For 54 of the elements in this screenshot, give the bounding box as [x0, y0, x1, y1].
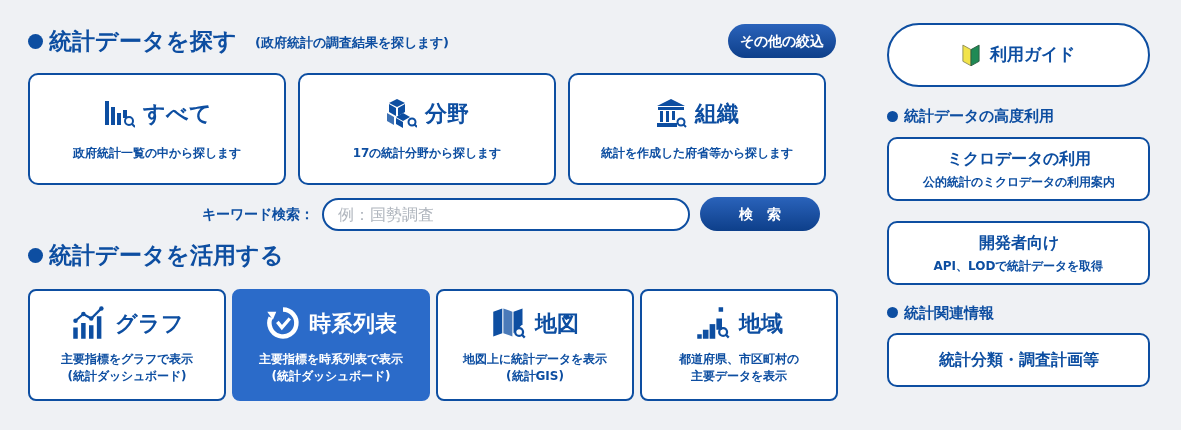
card-description: 地図上に統計データを表示 [463, 351, 607, 368]
search-card[interactable]: 分野 17の統計分野から探します [298, 73, 556, 185]
keyword-label: キーワード検索： [202, 204, 314, 224]
bullet-icon [887, 110, 898, 122]
card-description: (統計ダッシュボード) [67, 368, 187, 385]
section-heading: 統計データを活用する [49, 241, 284, 270]
card-description: 主要指標を時系列表で表示 [259, 351, 403, 368]
section-heading: 統計データの高度利用 [904, 106, 1054, 127]
sidebar-link-card[interactable]: ミクロデータの利用 公的統計のミクロデータの利用案内 [887, 136, 1150, 201]
stacked-blocks-search-icon [695, 305, 731, 341]
bullet-icon [28, 247, 43, 263]
section-subtitle: (政府統計の調査結果を探します) [255, 33, 449, 52]
use-card[interactable]: グラフ 主要指標をグラフで表示 (統計ダッシュボード) [28, 289, 226, 401]
card-title: 地図 [535, 309, 579, 338]
section-heading: 統計関連情報 [904, 302, 994, 324]
sidebar-link-card[interactable]: 開発者向け API、LODで統計データを取得 [887, 220, 1150, 285]
card-description: 政府統計一覧の中から探します [73, 144, 241, 162]
card-description: (統計ダッシュボード) [271, 368, 391, 385]
search-button[interactable]: 検 索 [700, 197, 820, 231]
use-card[interactable]: 地域 都道府県、市区町村の 主要データを表示 [640, 289, 838, 401]
card-description: (統計GIS) [506, 368, 564, 385]
filter-button[interactable]: その他の絞込 [728, 24, 836, 58]
guide-button[interactable]: 利用ガイド [887, 23, 1150, 87]
card-description: 17の統計分野から探します [352, 144, 502, 162]
card-title: 組織 [695, 99, 739, 128]
sidebar-link-card[interactable]: 統計分類・調査計画等 [887, 333, 1150, 387]
card-description: 主要指標をグラフで表示 [61, 351, 193, 368]
link-title: ミクロデータの利用 [946, 147, 1091, 170]
bullet-icon [28, 33, 43, 49]
circular-arrow-clock-icon [265, 305, 301, 341]
card-description: 主要データを表示 [691, 368, 787, 385]
search-card[interactable]: すべて 政府統計一覧の中から探します [28, 73, 286, 185]
beginner-mark-icon [962, 43, 980, 67]
folded-map-search-icon [491, 305, 527, 341]
link-description: API、LODで統計データを取得 [933, 257, 1104, 275]
card-description: 統計を作成した府省等から探します [601, 144, 793, 162]
use-card[interactable]: 時系列表 主要指標を時系列表で表示 (統計ダッシュボード) [232, 289, 430, 401]
card-title: グラフ [114, 309, 184, 338]
use-card[interactable]: 地図 地図上に統計データを表示 (統計GIS) [436, 289, 634, 401]
section-heading: 統計データを探す [49, 27, 237, 56]
bullet-icon [887, 307, 898, 319]
card-title: 分野 [425, 99, 469, 128]
card-description: 都道府県、市区町村の [679, 351, 799, 368]
card-title: 地域 [739, 309, 783, 338]
building-search-icon [655, 97, 687, 129]
keyword-field[interactable]: 例：国勢調査 [322, 197, 690, 231]
link-title: 統計分類・調査計画等 [938, 349, 1099, 371]
link-description: 公的統計のミクロデータの利用案内 [922, 173, 1115, 191]
line-bar-chart-icon [70, 305, 107, 341]
cubes-search-icon [385, 97, 417, 129]
card-title: 時系列表 [309, 309, 397, 338]
search-card[interactable]: 組織 統計を作成した府省等から探します [568, 73, 826, 185]
link-title: 開発者向け [978, 231, 1059, 254]
card-title: すべて [142, 99, 212, 128]
